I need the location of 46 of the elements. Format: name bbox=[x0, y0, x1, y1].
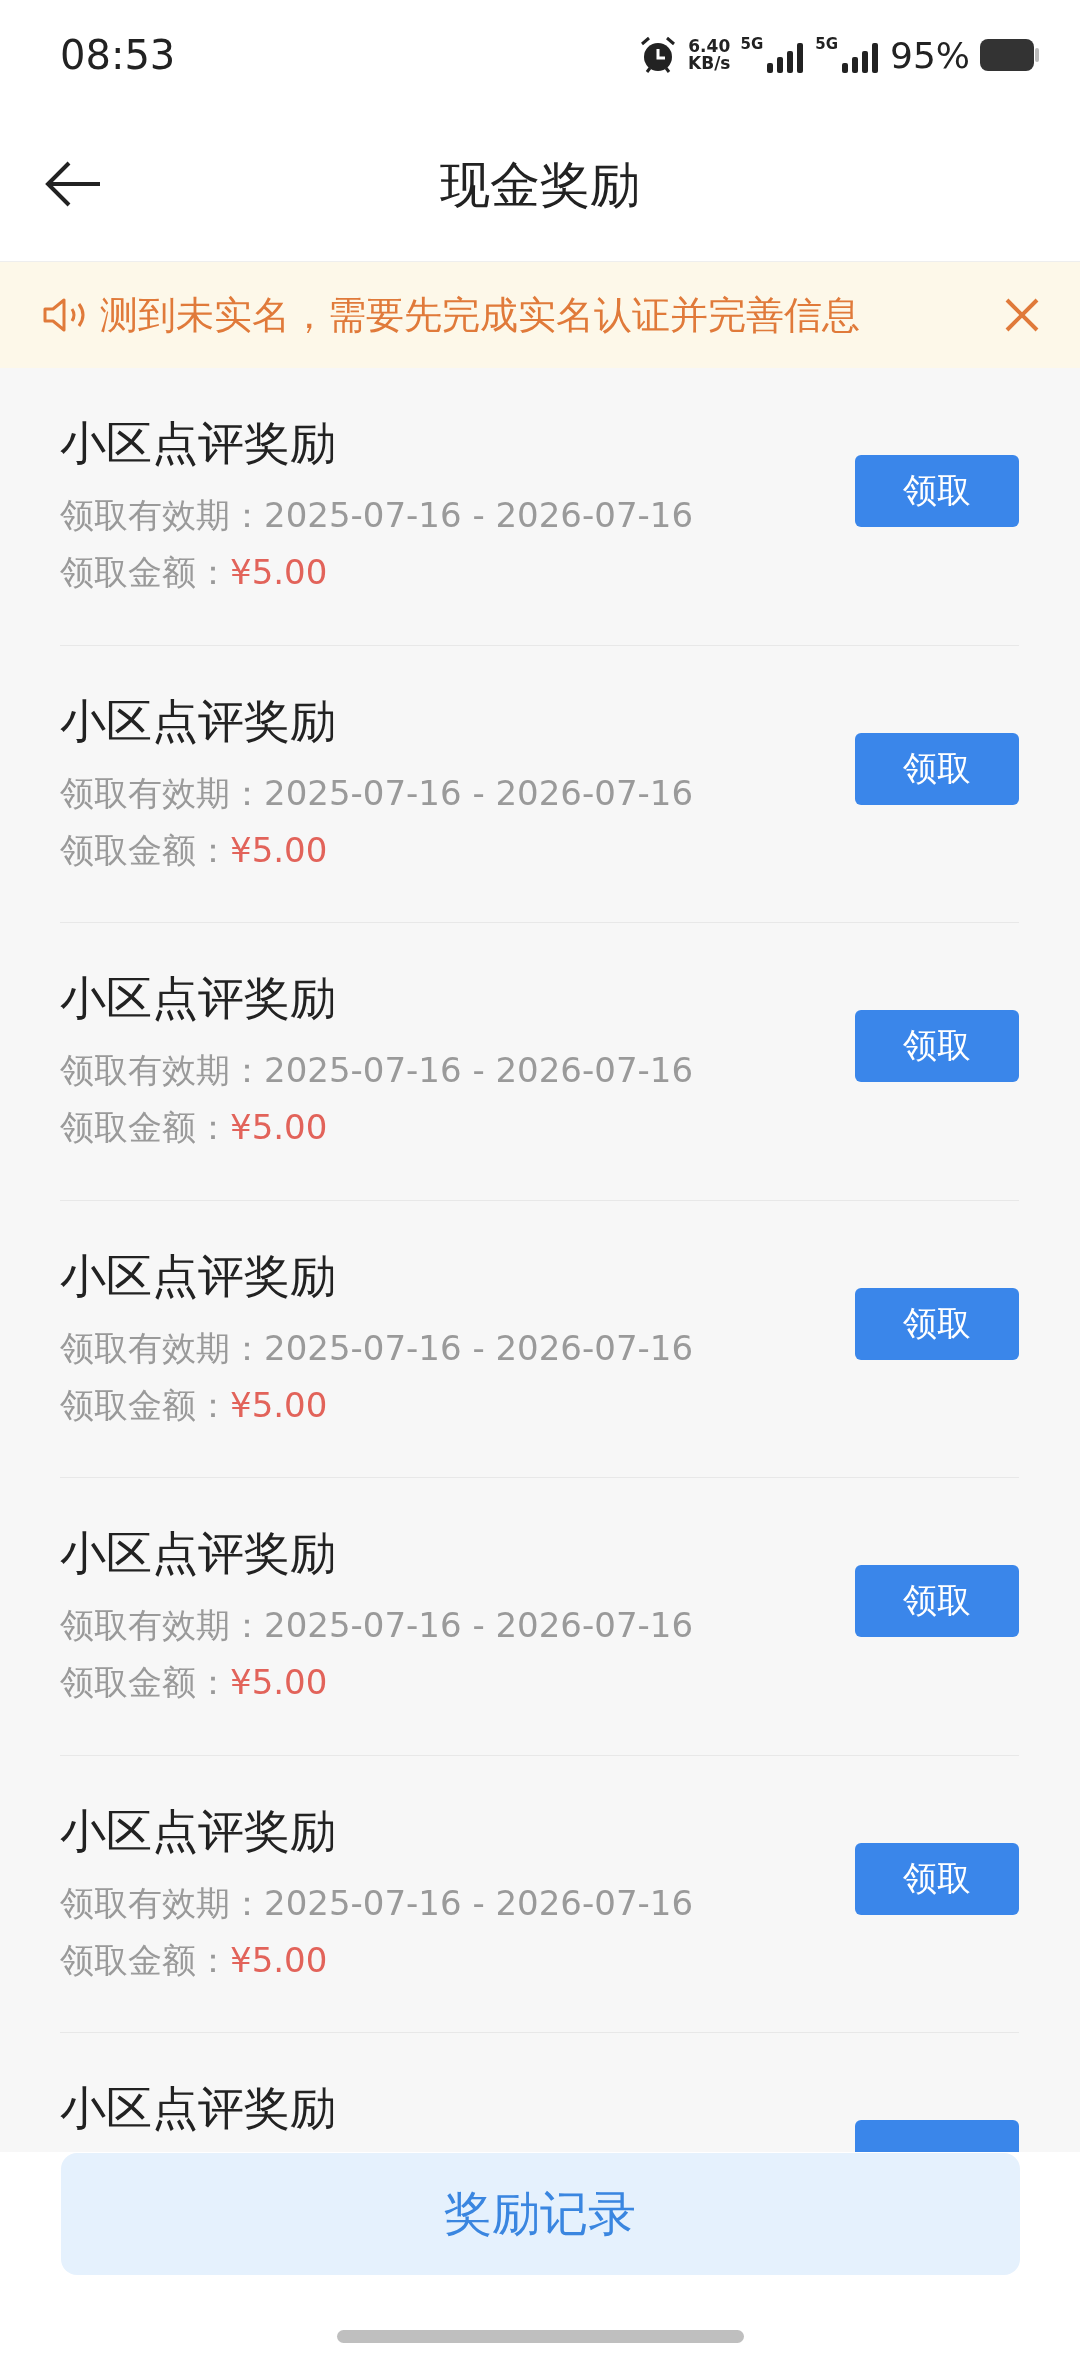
reward-title: 小区点评奖励 bbox=[60, 971, 337, 1026]
validity-period: 领取有效期：2025-07-16 - 2026-07-16 bbox=[60, 1881, 695, 1925]
amount-label: 领取金额： bbox=[60, 1384, 230, 1425]
amount-label: 领取金额： bbox=[60, 552, 230, 592]
reward-title: 小区点评奖励 bbox=[60, 693, 337, 749]
reward-title: 小区点评奖励 bbox=[60, 1248, 337, 1304]
network-speed: 6.40 bbox=[688, 38, 731, 55]
validity-period: 领取有效期：2025-07-16 - 2026-07-16 bbox=[60, 1326, 695, 1370]
close-icon[interactable] bbox=[1004, 297, 1040, 333]
status-time: 08:53 bbox=[60, 32, 177, 78]
amount-label: 领取金额： bbox=[60, 1107, 230, 1147]
validity-period: 领取有效期：2025-07-16 - 2026-07-16 bbox=[60, 771, 695, 815]
amount-value: ¥5.00 bbox=[230, 1107, 328, 1147]
signal-icon bbox=[840, 41, 880, 75]
page-title: 现金奖励 bbox=[440, 155, 640, 216]
amount-value: ¥5.00 bbox=[230, 552, 328, 592]
amount-label: 领取金额： bbox=[60, 1939, 230, 1980]
amount-value: ¥5.00 bbox=[230, 1384, 328, 1425]
signal-icon bbox=[765, 41, 806, 75]
reward-history-button[interactable]: 奖励记录 bbox=[60, 2153, 1020, 2275]
claim-button[interactable]: 领取 bbox=[855, 1010, 1019, 1082]
claim-button[interactable]: 领取 bbox=[855, 1287, 1019, 1360]
claim-button[interactable]: 领取 bbox=[855, 455, 1019, 527]
reward-title: 小区点评奖励 bbox=[60, 416, 337, 471]
amount-label: 领取金额： bbox=[60, 829, 230, 870]
amount-value: ¥5.00 bbox=[230, 829, 328, 870]
amount-value: ¥5.00 bbox=[230, 1662, 328, 1702]
battery-percentage: 95% bbox=[890, 34, 970, 76]
claim-button[interactable]: 领取 bbox=[855, 1842, 1019, 1915]
network-speed-unit: KB/s bbox=[688, 55, 731, 72]
claim-button[interactable]: 领取 bbox=[855, 1565, 1019, 1637]
notice-text: 测到未实名，需要先完成实名认证并完善信息 bbox=[100, 291, 861, 339]
network-type: 5G bbox=[815, 35, 838, 53]
reward-title: 小区点评奖励 bbox=[60, 1526, 337, 1581]
alarm-icon bbox=[638, 35, 678, 75]
amount-value: ¥5.00 bbox=[230, 1939, 328, 1980]
reward-title: 小区点评奖励 bbox=[60, 2081, 337, 2136]
back-arrow-icon[interactable] bbox=[44, 160, 102, 208]
battery-icon bbox=[980, 37, 1040, 73]
claim-button[interactable]: 领取 bbox=[855, 732, 1019, 805]
validity-period: 领取有效期：2025-07-16 - 2026-07-16 bbox=[60, 1604, 695, 1647]
validity-period: 领取有效期：2025-07-16 - 2026-07-16 bbox=[60, 494, 695, 537]
amount-label: 领取金额： bbox=[60, 1662, 230, 1702]
network-type: 5G bbox=[740, 35, 764, 53]
reward-title: 小区点评奖励 bbox=[60, 1803, 337, 1859]
validity-period: 领取有效期：2025-07-16 - 2026-07-16 bbox=[60, 1049, 695, 1092]
